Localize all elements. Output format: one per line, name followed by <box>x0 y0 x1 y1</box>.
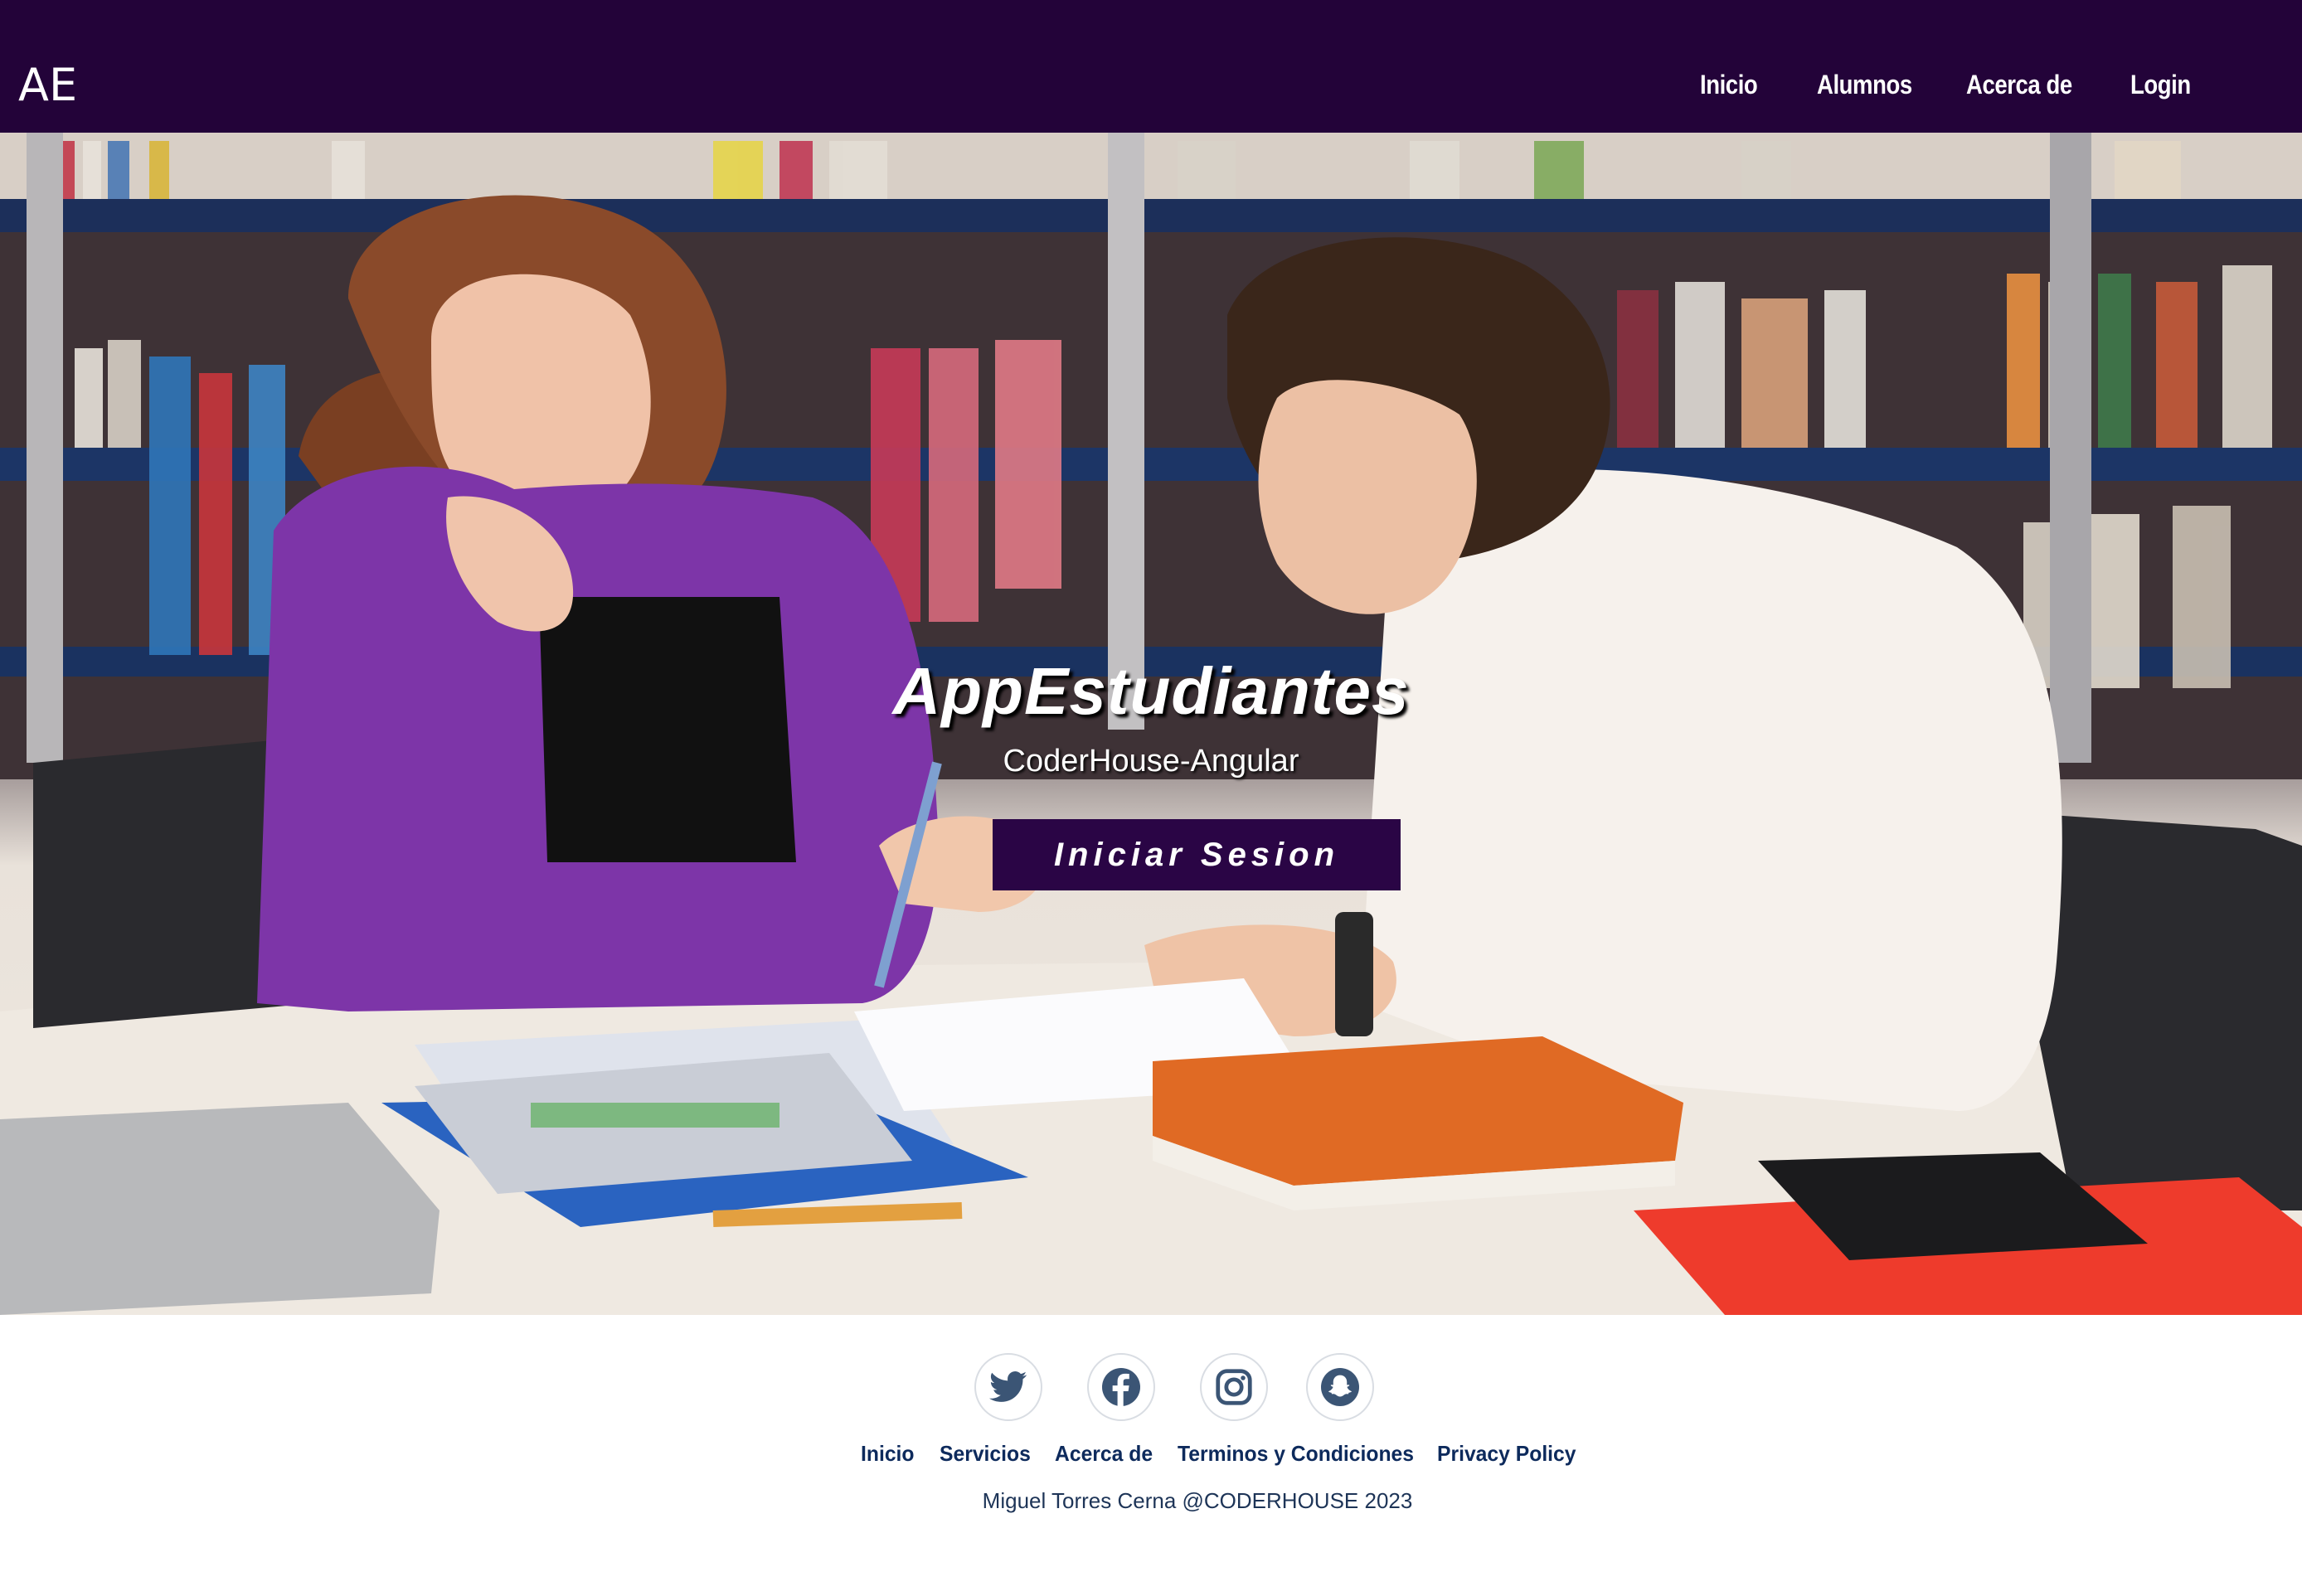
footer-link-inicio[interactable]: Inicio <box>861 1441 915 1467</box>
footer-link-servicios[interactable]: Servicios <box>940 1441 1031 1467</box>
hero-title: AppEstudiantes <box>892 654 1410 728</box>
footer: Inicio Servicios Acerca de Terminos y Co… <box>0 1315 2302 1596</box>
footer-link-acerca-de[interactable]: Acerca de <box>1055 1441 1153 1467</box>
nav-link-login[interactable]: Login <box>2130 70 2191 100</box>
nav-link-inicio[interactable]: Inicio <box>1700 70 1758 100</box>
facebook-icon <box>1102 1368 1140 1406</box>
login-button[interactable]: Iniciar Sesion <box>993 819 1401 890</box>
top-navbar: AE Inicio Alumnos Acerca de Login <box>0 0 2302 133</box>
footer-copyright: Miguel Torres Cerna @CODERHOUSE 2023 <box>982 1488 1413 1513</box>
snapchat-link[interactable] <box>1306 1353 1374 1421</box>
instagram-link[interactable] <box>1200 1353 1268 1421</box>
footer-link-privacy[interactable]: Privacy Policy <box>1437 1441 1576 1467</box>
twitter-icon <box>989 1371 1027 1402</box>
twitter-link[interactable] <box>974 1353 1042 1421</box>
nav-link-acerca-de[interactable]: Acerca de <box>1966 70 2072 100</box>
footer-link-terminos[interactable]: Terminos y Condiciones <box>1178 1441 1414 1467</box>
nav-link-alumnos[interactable]: Alumnos <box>1817 70 1912 100</box>
brand-logo[interactable]: AE <box>18 63 77 108</box>
facebook-link[interactable] <box>1087 1353 1155 1421</box>
hero-subtitle: CoderHouse-Angular <box>1003 744 1299 779</box>
hero-banner: AppEstudiantes CoderHouse-Angular Inicia… <box>0 133 2302 1315</box>
snapchat-icon <box>1321 1368 1359 1406</box>
instagram-icon <box>1216 1369 1252 1405</box>
